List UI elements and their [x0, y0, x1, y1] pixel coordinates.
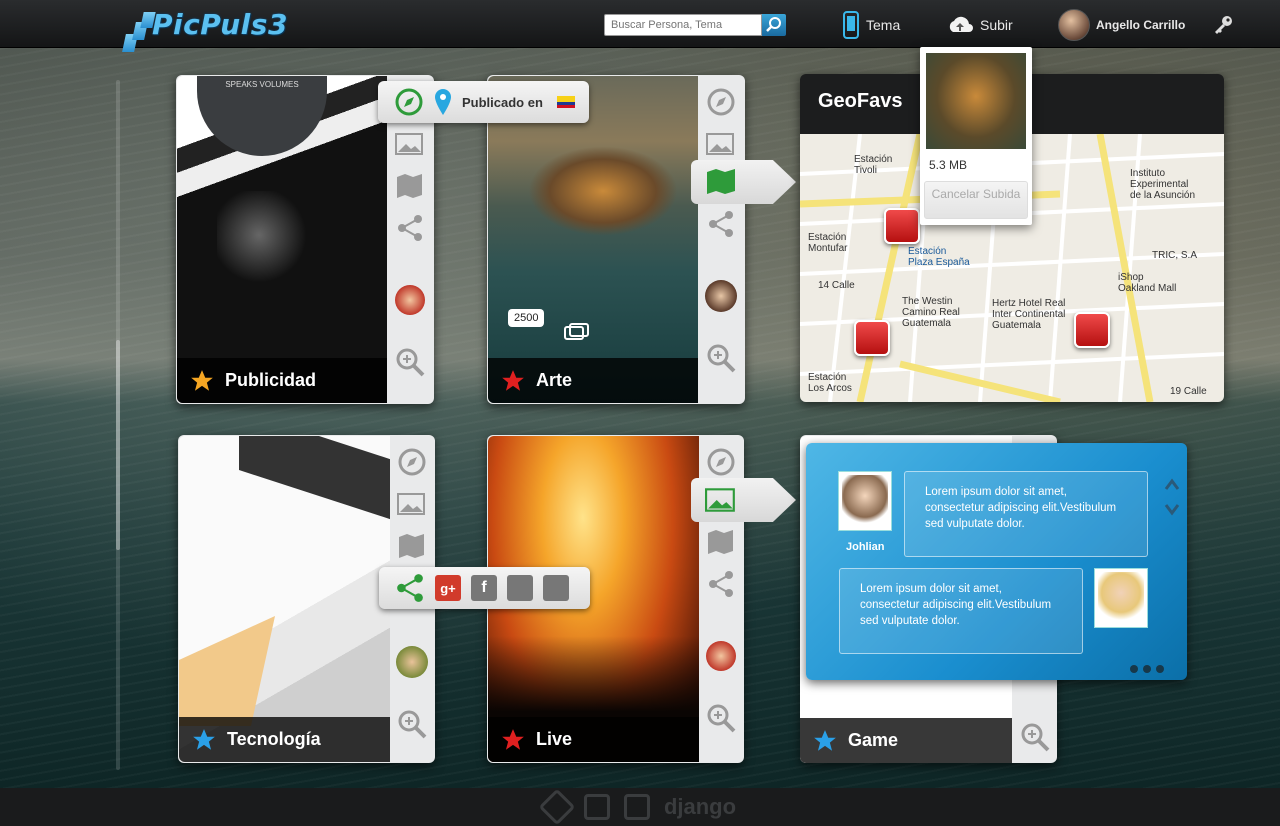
author-avatar[interactable] [393, 283, 427, 317]
search-icon [766, 17, 781, 32]
facebook-icon[interactable]: f [471, 575, 497, 601]
logo[interactable]: PicPuls3 [122, 6, 287, 56]
map-pin[interactable] [1074, 312, 1110, 348]
search-button[interactable] [762, 14, 786, 36]
twitter-icon[interactable] [507, 575, 533, 601]
card-publicidad[interactable]: SPEAKS VOLUMES Publicidad [176, 75, 434, 404]
user-menu[interactable]: Angello Carrillo [1058, 9, 1186, 41]
bookmark-icon[interactable] [543, 575, 569, 601]
git-icon [538, 788, 576, 826]
chat-user-name: Johlian [846, 541, 885, 553]
map-icon[interactable] [704, 525, 738, 559]
search-box [604, 14, 786, 36]
chat-avatar-johlian[interactable] [838, 471, 892, 531]
html5-icon [583, 794, 610, 820]
google-plus-icon[interactable]: g+ [435, 575, 461, 601]
key-icon [1215, 16, 1232, 34]
card-image: Tecnología [179, 436, 390, 762]
card-label: Tecnología [227, 729, 321, 749]
upload-popover: 5.3 MB Cancelar Subida [920, 47, 1032, 225]
tema-label: Tema [866, 17, 901, 33]
game-chat-panel: Johlian Lorem ipsum dolor sit amet, cons… [806, 443, 1187, 680]
card-image: 2500 Arte [488, 76, 698, 403]
card-label: Live [536, 729, 573, 749]
comments-icon[interactable] [564, 323, 590, 345]
css3-icon [623, 794, 650, 820]
footer: django [0, 788, 1280, 826]
scroll-arrows-icon[interactable] [1164, 477, 1180, 517]
card-label: Arte [536, 370, 573, 390]
location-pin-icon [435, 89, 451, 115]
share-tooltip: g+ f [379, 567, 590, 609]
share-icon[interactable] [704, 207, 738, 241]
phone-icon [843, 11, 859, 39]
gallery-icon [705, 488, 735, 512]
django-label: django [663, 794, 737, 819]
zoom-icon[interactable] [704, 701, 738, 735]
subir-button[interactable]: Subir [946, 10, 1013, 40]
map-pin[interactable] [854, 320, 890, 356]
compass-icon[interactable] [394, 87, 424, 117]
zoom-icon[interactable] [704, 341, 738, 375]
logo-mark-icon [122, 12, 156, 54]
publicado-tooltip: Publicado en [378, 81, 589, 123]
cancel-upload-button[interactable]: Cancelar Subida [924, 181, 1028, 219]
compass-icon[interactable] [395, 445, 429, 479]
upload-size: 5.3 MB [929, 158, 968, 172]
gallery-icon[interactable] [704, 127, 738, 161]
chat-avatar[interactable] [1094, 568, 1148, 628]
author-avatar[interactable] [704, 279, 738, 313]
map-icon[interactable] [395, 529, 429, 563]
star-icon [502, 369, 524, 391]
author-avatar[interactable] [704, 639, 738, 673]
map-icon [707, 169, 735, 194]
chat-message: Lorem ipsum dolor sit amet, consectetur … [839, 568, 1083, 654]
map-icon[interactable] [393, 169, 427, 203]
logout-button[interactable] [1212, 10, 1234, 40]
ad-title: SPEAKS VOLUMES [197, 76, 327, 156]
scroll-rail[interactable] [116, 80, 120, 770]
compass-icon[interactable] [704, 445, 738, 479]
views-count: 2500 [508, 309, 545, 327]
share-icon[interactable] [393, 211, 427, 245]
subir-label: Subir [980, 17, 1013, 33]
chat-message: Lorem ipsum dolor sit amet, consectetur … [904, 471, 1148, 557]
gallery-icon[interactable] [395, 487, 429, 521]
tema-button[interactable]: Tema [842, 10, 900, 40]
share-icon[interactable] [395, 573, 425, 603]
share-icon[interactable] [704, 567, 738, 601]
card-label: Game [848, 730, 899, 750]
user-avatar [1058, 9, 1090, 41]
card-label: Publicidad [225, 370, 317, 390]
compass-icon[interactable] [704, 85, 738, 119]
upload-thumbnail [926, 53, 1026, 149]
star-icon [814, 729, 836, 751]
card-arte[interactable]: 2500 Arte [487, 75, 745, 404]
gallery-icon[interactable] [393, 127, 427, 161]
zoom-icon[interactable] [393, 345, 427, 379]
user-name: Angello Carrillo [1096, 18, 1186, 32]
zoom-icon[interactable] [1018, 720, 1052, 754]
publicado-label: Publicado en [462, 94, 543, 110]
tiger-image [528, 146, 678, 236]
star-icon [191, 369, 213, 391]
logo-text: PicPuls3 [152, 8, 288, 41]
star-icon [193, 728, 215, 750]
author-avatar[interactable] [395, 645, 429, 679]
search-input[interactable] [604, 14, 762, 36]
top-bar: PicPuls3 Tema Subir Angello Carrillo [0, 0, 1280, 52]
cloud-upload-icon [949, 16, 973, 32]
map-pin[interactable] [884, 208, 920, 244]
more-dots-icon[interactable] [1130, 665, 1164, 673]
colombia-flag-icon [556, 96, 575, 108]
star-icon [502, 728, 524, 750]
zoom-icon[interactable] [395, 707, 429, 741]
card-image: SPEAKS VOLUMES Publicidad [177, 76, 387, 403]
